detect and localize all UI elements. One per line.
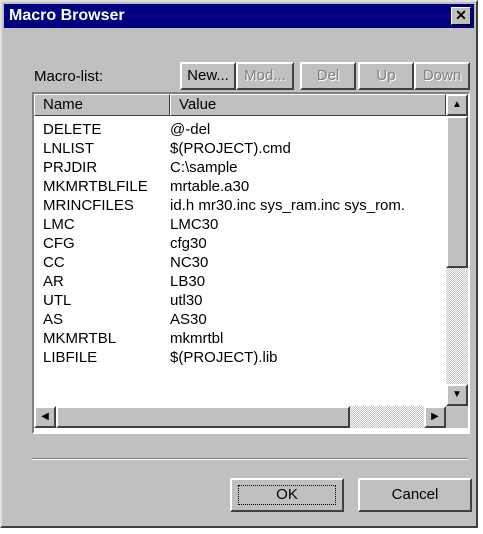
macro-value: $(PROJECT).cmd [170, 140, 291, 157]
macro-value: mkmrtbl [170, 330, 224, 347]
footer-divider-highlight [32, 459, 468, 460]
scroll-down-icon: ▼ [452, 389, 462, 400]
macro-value: C:\sample [170, 159, 238, 176]
vertical-scroll-thumb[interactable] [446, 116, 468, 268]
ok-button[interactable]: OK [230, 478, 344, 512]
table-row[interactable]: MKMRTBL mkmrtbl [34, 329, 446, 348]
macro-value: LMC30 [170, 216, 219, 233]
macro-name: AS [43, 311, 64, 328]
down-button[interactable]: Down [414, 62, 470, 90]
up-button[interactable]: Up [358, 62, 414, 90]
macro-rows: DELETE @-del LNLIST $(PROJECT).cmd PRJDIR C:\… [34, 120, 446, 367]
macro-name: CC [43, 254, 65, 271]
macro-value: @-del [170, 121, 211, 138]
macro-value: id.h mr30.inc sys_ram.inc sys_rom. [170, 197, 406, 214]
macro-name: MKMRTBL [43, 330, 117, 347]
table-row[interactable]: AR LB30 [34, 272, 446, 291]
cancel-button[interactable]: Cancel [358, 478, 472, 512]
macro-value: AS30 [170, 311, 207, 328]
table-row[interactable]: PRJDIR C:\sample [34, 158, 446, 177]
delete-button[interactable]: Del [300, 62, 356, 90]
scroll-up-button[interactable]: ▲ [446, 94, 468, 116]
macro-name: MKMRTBLFILE [43, 178, 148, 195]
macro-list-label: Macro-list: [34, 68, 104, 85]
macro-name: UTL [43, 292, 72, 309]
scroll-up-icon: ▲ [452, 99, 462, 110]
table-row[interactable]: MRINCFILES id.h mr30.inc sys_ram.inc sys_… [34, 196, 446, 215]
column-header-name[interactable]: Name [34, 94, 170, 116]
vertical-scrollbar[interactable]: ▲ ▼ [446, 94, 468, 406]
macro-name: PRJDIR [43, 159, 98, 176]
macro-value: utl30 [170, 292, 203, 309]
macro-name: LNLIST [43, 140, 94, 157]
new-button[interactable]: New... [180, 62, 236, 90]
focus-rectangle [238, 485, 336, 505]
table-row[interactable]: CFG cfg30 [34, 234, 446, 253]
table-row[interactable]: MKMRTBLFILE mrtable.a30 [34, 177, 446, 196]
horizontal-scrollbar[interactable]: ◀ ▶ [34, 406, 446, 428]
macro-name: AR [43, 273, 64, 290]
table-row[interactable]: UTL utl30 [34, 291, 446, 310]
scroll-down-button[interactable]: ▼ [446, 384, 468, 406]
column-header-value[interactable]: Value [170, 94, 446, 116]
scroll-left-button[interactable]: ◀ [34, 406, 56, 428]
table-row[interactable]: AS AS30 [34, 310, 446, 329]
scroll-right-button[interactable]: ▶ [424, 406, 446, 428]
title-bar: Macro Browser ✕ [4, 4, 474, 28]
table-row[interactable]: LNLIST $(PROJECT).cmd [34, 139, 446, 158]
window-title: Macro Browser [9, 7, 125, 24]
macro-value: LB30 [170, 273, 206, 290]
macro-name: CFG [43, 235, 75, 252]
macro-list[interactable]: Name Value DELETE @-del LNLIST $(PROJECT).c… [32, 92, 470, 434]
modify-button[interactable]: Mod... [236, 62, 294, 90]
table-row[interactable]: LMC LMC30 [34, 215, 446, 234]
macro-value: cfg30 [170, 235, 207, 252]
macro-name: LIBFILE [43, 349, 98, 366]
close-button[interactable]: ✕ [451, 7, 471, 25]
macro-name: DELETE [43, 121, 102, 138]
scroll-left-icon: ◀ [41, 411, 49, 422]
macro-value: NC30 [170, 254, 209, 271]
horizontal-scroll-thumb[interactable] [56, 406, 350, 428]
macro-browser-dialog: Macro Browser ✕ Macro-list: New... Mod..… [0, 0, 478, 528]
macro-name: MRINCFILES [43, 197, 134, 214]
scrollbar-corner [446, 406, 468, 428]
table-row[interactable]: DELETE @-del [34, 120, 446, 139]
table-row[interactable]: LIBFILE $(PROJECT).lib [34, 348, 446, 367]
table-row[interactable]: CC NC30 [34, 253, 446, 272]
macro-name: LMC [43, 216, 75, 233]
macro-value: mrtable.a30 [170, 178, 250, 195]
macro-value: $(PROJECT).lib [170, 349, 278, 366]
scroll-right-icon: ▶ [431, 411, 439, 422]
